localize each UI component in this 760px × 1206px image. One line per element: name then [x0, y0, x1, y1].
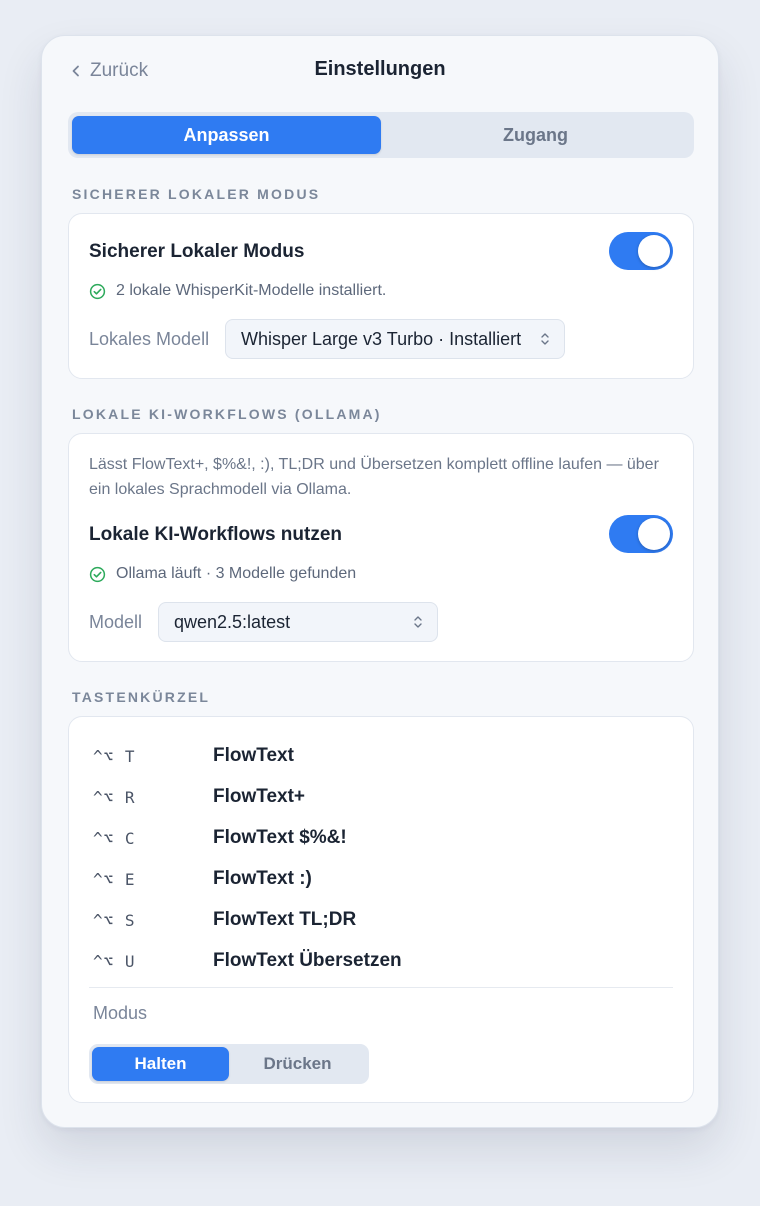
ollama-model-label: Modell [89, 612, 143, 632]
shortcuts-card: ^⌥ T FlowText ^⌥ R FlowText+ ^⌥ C FlowTe… [68, 716, 694, 1103]
shortcut-row[interactable]: ^⌥ R FlowText+ [93, 785, 305, 809]
secure-local-status: 2 lokale WhisperKit-Modelle installiert. [89, 282, 386, 300]
ollama-toggle[interactable] [609, 515, 673, 553]
ollama-title: Lokale KI-Workflows nutzen [89, 524, 343, 545]
shortcut-name: FlowText+ [213, 786, 306, 807]
shortcut-row[interactable]: ^⌥ C FlowText $%&! [93, 826, 347, 850]
divider [89, 987, 673, 988]
shortcut-keys: ^⌥ R [93, 787, 136, 807]
chevron-up-down-icon [540, 332, 550, 346]
mode-label: Modus [93, 1003, 148, 1023]
check-circle-icon [89, 283, 106, 300]
secure-local-title: Sicherer Lokaler Modus [89, 241, 305, 262]
check-circle-icon [89, 566, 106, 583]
section-label-ollama: LOKALE KI-WORKFLOWS (OLLAMA) [72, 406, 382, 422]
shortcut-row[interactable]: ^⌥ E FlowText :) [93, 867, 312, 891]
ollama-model-select[interactable]: qwen2.5:latest [158, 602, 438, 642]
settings-window: Zurück Einstellungen Anpassen Zugang SIC… [41, 35, 719, 1128]
shortcut-name: FlowText [213, 745, 294, 766]
section-label-secure-local: SICHERER LOKALER MODUS [72, 186, 321, 202]
chevron-up-down-icon [413, 615, 423, 629]
ollama-model-value: qwen2.5:latest [174, 611, 291, 632]
shortcut-name: FlowText :) [213, 868, 312, 889]
main-tab-control: Anpassen Zugang [68, 112, 694, 158]
ollama-status-text: Ollama läuft · 3 Modelle gefunden [116, 565, 357, 582]
shortcut-keys: ^⌥ E [93, 869, 136, 889]
local-model-label: Lokales Modell [89, 329, 210, 349]
shortcut-row[interactable]: ^⌥ T FlowText [93, 744, 294, 768]
secure-local-toggle[interactable] [609, 232, 673, 270]
mode-segmented-control: Halten Drücken [89, 1044, 369, 1084]
toggle-knob [638, 235, 670, 267]
local-model-value: Whisper Large v3 Turbo · Installiert [241, 328, 522, 349]
secure-local-card: Sicherer Lokaler Modus 2 lokale WhisperK… [68, 213, 694, 379]
mode-option-halten[interactable]: Halten [92, 1047, 229, 1081]
header: Zurück Einstellungen [42, 36, 718, 106]
ollama-description: Lässt FlowText+, $%&!, :), TL;DR und Übe… [89, 456, 659, 498]
local-model-select[interactable]: Whisper Large v3 Turbo · Installiert [225, 319, 565, 359]
shortcut-row[interactable]: ^⌥ U FlowText Übersetzen [93, 949, 402, 973]
mode-option-druecken[interactable]: Drücken [229, 1047, 366, 1081]
section-label-shortcuts: TASTENKÜRZEL [72, 689, 211, 705]
shortcut-name: FlowText TL;DR [213, 909, 357, 930]
shortcut-row[interactable]: ^⌥ S FlowText TL;DR [93, 908, 356, 932]
tab-anpassen[interactable]: Anpassen [72, 116, 381, 154]
secure-local-status-text: 2 lokale WhisperKit-Modelle installiert. [116, 282, 387, 299]
shortcut-keys: ^⌥ U [93, 951, 136, 971]
shortcut-keys: ^⌥ S [93, 910, 136, 930]
shortcut-name: FlowText $%&! [213, 827, 347, 848]
toggle-knob [638, 518, 670, 550]
page-title: Einstellungen [314, 58, 446, 80]
ollama-status: Ollama läuft · 3 Modelle gefunden [89, 565, 356, 583]
shortcut-keys: ^⌥ T [93, 746, 136, 766]
shortcut-keys: ^⌥ C [93, 828, 136, 848]
shortcut-name: FlowText Übersetzen [213, 950, 402, 971]
ollama-card: Lässt FlowText+, $%&!, :), TL;DR und Übe… [68, 433, 694, 662]
tab-zugang[interactable]: Zugang [381, 116, 690, 154]
